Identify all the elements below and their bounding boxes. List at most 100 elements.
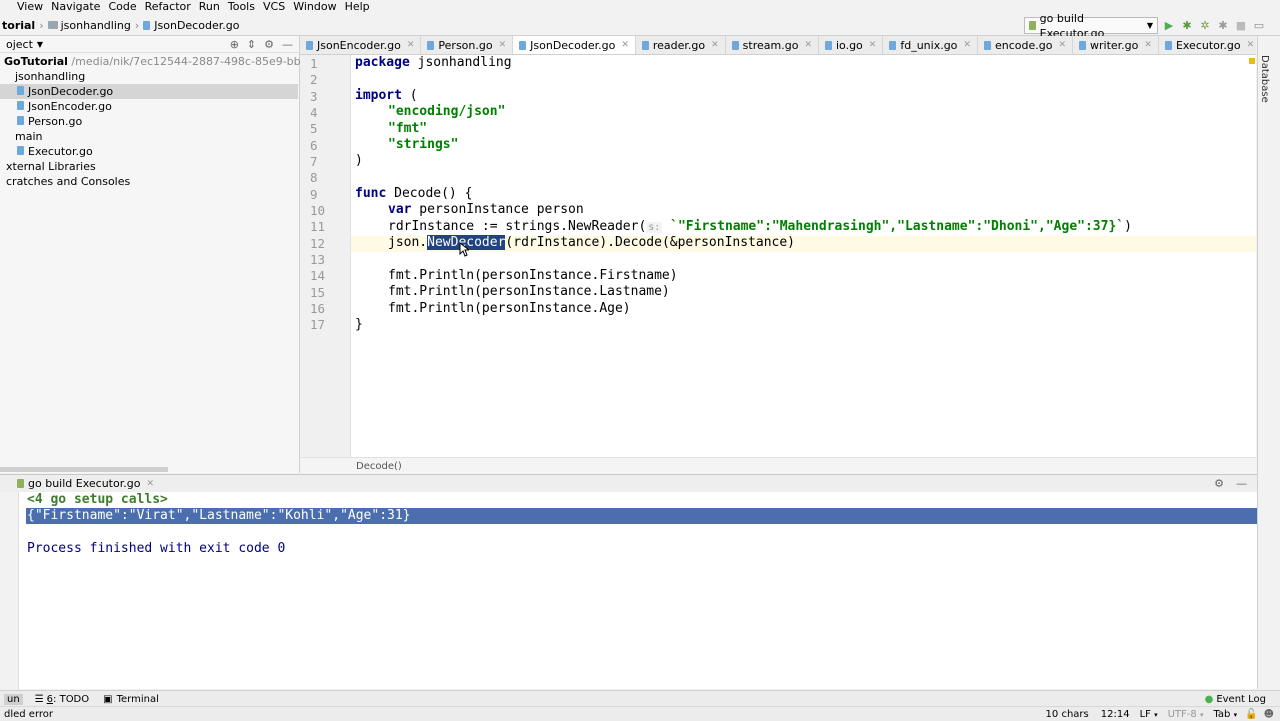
menu-view[interactable]: View [0,0,47,14]
close-icon[interactable]: ✕ [963,40,971,50]
code-line-10: var personInstance person [388,202,584,217]
menu-window[interactable]: Window [289,0,340,14]
go-build-icon [1029,21,1036,30]
tree-file-executor[interactable]: Executor.go [17,144,93,159]
code-line-5: "fmt" [388,121,428,136]
tab-executor[interactable]: Executor.go ✕ [1159,36,1262,54]
close-icon[interactable]: ✕ [146,479,154,489]
run-panel-header: go build Executor.go ✕ ⚙ — [0,474,1257,493]
horizontal-scrollbar[interactable] [0,467,168,472]
inspector-icon[interactable]: ☻ [1264,709,1274,720]
terminal-tool-button[interactable]: ▣ Terminal [103,694,159,705]
gear-icon[interactable]: ⚙ [1214,477,1224,490]
line-number: 17 [310,317,326,332]
code-lines: package jsonhandling import ( "encoding/… [351,55,1256,457]
status-message[interactable]: dled error [4,709,53,720]
close-icon[interactable]: ✕ [1058,40,1066,50]
coverage-icon[interactable]: ✲ [1198,18,1212,32]
tree-external-libraries[interactable]: xternal Libraries [6,159,96,174]
file-encoding[interactable]: UTF-8 ▾ [1168,709,1204,720]
tab-encode[interactable]: encode.go ✕ [978,36,1073,54]
menu-tools[interactable]: Tools [224,0,259,14]
menu-navigate[interactable]: Navigate [47,0,104,14]
tab-jsonencoder[interactable]: JsonEncoder.go ✕ [300,36,422,54]
caret-position[interactable]: 12:14 [1101,709,1130,720]
tab-writer[interactable]: writer.go ✕ [1073,36,1159,54]
tree-scratches[interactable]: cratches and Consoles [6,174,130,189]
line-number: 3 [310,89,318,104]
breadcrumb-folder[interactable]: jsonhandling [47,19,131,32]
project-structure-icon[interactable]: ▭ [1252,18,1266,32]
code-line-11: rdrInstance := strings.NewReader(s: `"Fi… [388,219,1132,234]
close-icon[interactable]: ✕ [869,40,877,50]
menu-refactor[interactable]: Refactor [141,0,195,14]
line-number: 13 [310,252,326,267]
close-icon[interactable]: ✕ [1247,40,1255,50]
tab-reader[interactable]: reader.go ✕ [636,36,726,54]
go-file-icon [641,40,649,50]
tree-folder-main[interactable]: main [15,129,42,144]
debug-icon[interactable]: ✱ [1180,18,1194,32]
database-tool-button[interactable]: Database [1259,55,1270,103]
run-icon[interactable]: ▶ [1162,18,1176,32]
code-line-15: fmt.Println(personInstance.Lastname) [388,284,670,299]
tree-file-person[interactable]: Person.go [17,114,82,129]
collapse-icon[interactable]: ⇕ [247,38,256,51]
function-breadcrumb[interactable]: Decode() [356,461,402,472]
tab-stream[interactable]: stream.go ✕ [726,36,819,54]
run-toolbar: ▶ ✱ ✲ ✱ ■ ▭ [1162,17,1266,33]
line-number: 11 [310,219,326,234]
tree-file-jsondecoder[interactable]: JsonDecoder.go [0,84,298,99]
tab-io[interactable]: io.go ✕ [819,36,884,54]
line-number: 7 [310,154,318,169]
close-icon[interactable]: ✕ [711,40,719,50]
profiler-icon[interactable]: ✱ [1216,18,1230,32]
line-number: 15 [310,285,326,300]
menu-help[interactable]: Help [341,0,374,14]
event-log-button[interactable]: ● Event Log [1205,694,1266,705]
lock-icon[interactable]: 🔓 [1245,709,1257,720]
chevron-down-icon[interactable]: ▼ [37,40,43,49]
go-file-icon [1164,40,1172,50]
gear-icon[interactable]: ⚙ [264,38,274,51]
close-icon[interactable]: ✕ [1144,40,1152,50]
code-line-9: func Decode() { [355,186,473,201]
run-configuration-select[interactable]: go build Executor.go ▼ [1024,12,1158,40]
project-panel-title[interactable]: oject [6,38,33,51]
console-setup-calls[interactable]: <4 go setup calls> [27,492,168,507]
run-tab[interactable]: go build Executor.go ✕ [17,477,154,490]
warning-marker-icon[interactable] [1249,58,1255,64]
tab-person[interactable]: Person.go ✕ [421,36,514,54]
todo-tool-button[interactable]: ☰ 6: TODO [35,694,89,705]
selection-count: 10 chars [1045,708,1089,720]
menu-vcs[interactable]: VCS [259,0,289,14]
go-file-icon [17,86,24,95]
tree-folder-jsonhandling[interactable]: jsonhandling [15,69,85,84]
code-line-16: fmt.Println(personInstance.Age) [388,301,631,316]
tree-file-jsonencoder[interactable]: JsonEncoder.go [17,99,112,114]
line-separator[interactable]: LF ▾ [1140,709,1158,720]
line-number: 1 [310,56,318,71]
line-number-gutter: 1 2 3 4 5 6 7 8 9 10 11 12 13 14 15 16 1… [300,55,351,457]
line-number: 12 [310,236,326,251]
run-tool-button[interactable]: un [4,693,23,705]
close-icon[interactable]: ✕ [499,40,507,50]
breadcrumb-project[interactable]: torial [2,19,35,32]
tab-fd-unix[interactable]: fd_unix.go ✕ [883,36,978,54]
close-icon[interactable]: ✕ [804,40,812,50]
folder-icon [47,21,58,29]
code-line-7: ) [355,153,363,168]
menu-run[interactable]: Run [195,0,224,14]
breadcrumb-file[interactable]: JsonDecoder.go [143,19,239,32]
stop-icon[interactable]: ■ [1234,18,1248,32]
indent-setting[interactable]: Tab ▾ [1213,709,1237,720]
hide-icon[interactable]: — [282,38,293,51]
hide-icon[interactable]: — [1236,477,1247,490]
close-icon[interactable]: ✕ [407,40,415,50]
go-file-icon [17,101,24,110]
menu-code[interactable]: Code [104,0,140,14]
close-icon[interactable]: ✕ [621,40,629,50]
code-line-6: "strings" [388,137,459,152]
tab-jsondecoder[interactable]: JsonDecoder.go ✕ [513,36,636,54]
locate-icon[interactable]: ⊕ [230,38,239,51]
